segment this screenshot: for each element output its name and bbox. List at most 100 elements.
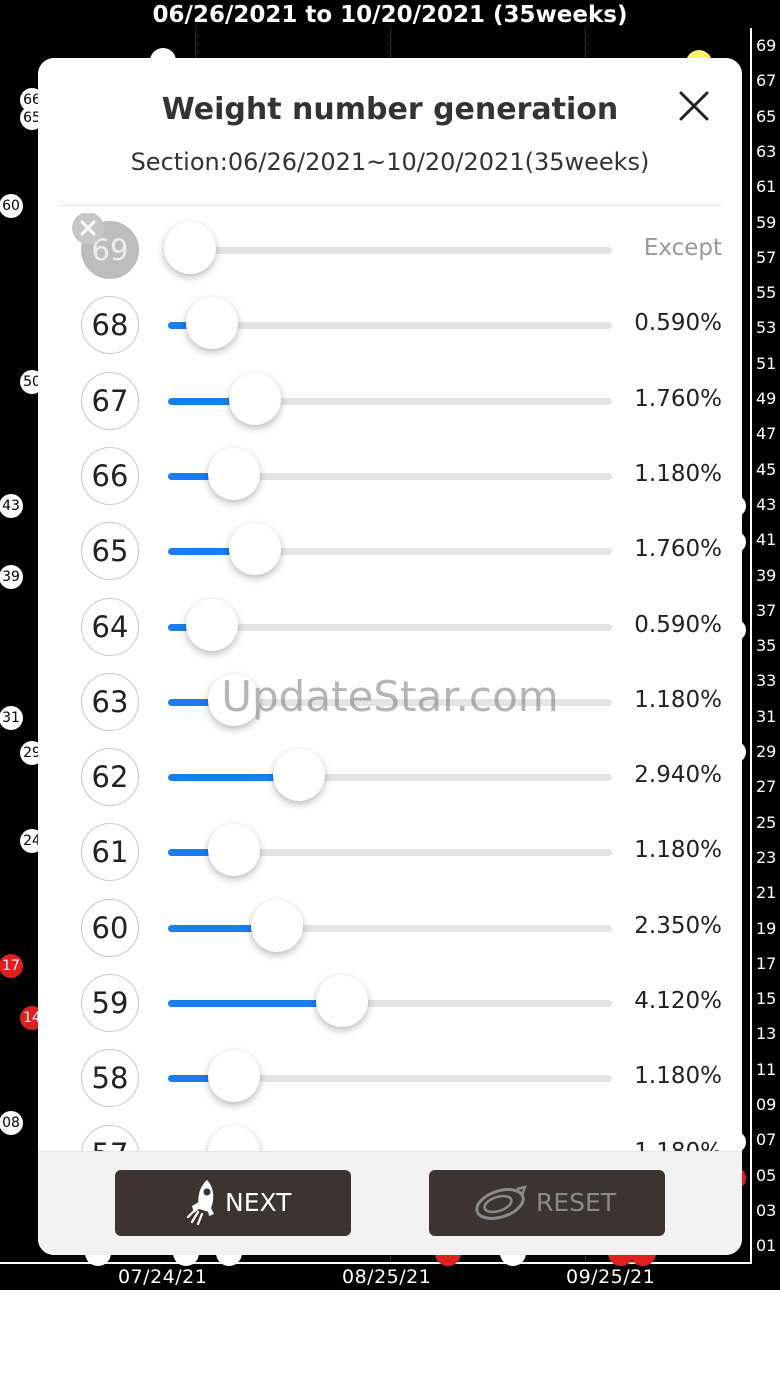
weight-slider-track[interactable] [168, 247, 612, 254]
next-button[interactable]: NEXT [115, 1170, 351, 1236]
y-axis-label: 09 [756, 1095, 777, 1114]
remove-exclusion-icon[interactable] [72, 213, 104, 244]
number-weight-row: 64 0.590% [38, 590, 742, 665]
weight-percent-label: 1.180% [572, 1139, 722, 1151]
weight-slider-thumb[interactable] [207, 1125, 260, 1151]
y-axis-label: 61 [756, 177, 777, 197]
number-ball[interactable]: 59 [81, 974, 139, 1032]
y-axis-label: 19 [756, 918, 777, 938]
y-axis-label: 11 [756, 1059, 777, 1079]
weight-generation-dialog: Weight number generation Section:06/26/2… [38, 58, 742, 1255]
weight-percent-label: 2.350% [634, 912, 722, 939]
x-axis-label: 07/24/21 [118, 1266, 208, 1288]
number-weight-row: 66 1.180% [38, 439, 742, 514]
chart-point: 17 [0, 954, 23, 978]
y-axis-label: 51 [756, 353, 777, 373]
y-axis-label: 53 [756, 318, 777, 338]
number-ball[interactable]: 62 [81, 748, 139, 807]
number-weight-row: 67 1.760% [38, 364, 742, 439]
weight-percent-label: 1.180% [634, 686, 722, 713]
number-ball[interactable]: 66 [81, 446, 139, 505]
weight-slider-thumb[interactable] [207, 1050, 260, 1103]
y-axis-label: 55 [756, 283, 777, 303]
y-axis-label: 49 [756, 389, 777, 408]
y-axis-label: 13 [756, 1024, 777, 1044]
weight-percent-label: 0.590% [634, 611, 722, 638]
number-weight-row: 62 2.940% [38, 740, 742, 815]
reset-swirl-icon [475, 1185, 528, 1220]
y-axis-label: 39 [756, 565, 777, 585]
number-weight-row: 61 1.180% [38, 815, 742, 890]
weight-slider-thumb[interactable] [185, 598, 238, 651]
weight-percent-label: 0.590% [634, 310, 722, 337]
number-weight-row: 69 Except [38, 213, 742, 288]
y-axis-label: 45 [756, 459, 777, 479]
weight-slider-thumb[interactable] [164, 222, 216, 274]
chart-period-title: 06/26/2021 to 10/20/2021 (35weeks) [152, 2, 628, 28]
y-axis-label: 67 [756, 71, 777, 91]
dialog-footer: NEXT RESET [38, 1151, 742, 1255]
weight-percent-label: 1.760% [634, 385, 722, 412]
weight-percent-label: 1.180% [634, 1063, 722, 1090]
weight-slider-thumb[interactable] [272, 749, 325, 802]
weight-percent-label: 1.760% [634, 536, 722, 563]
number-weight-row: 60 2.350% [38, 891, 742, 966]
y-axis-label: 41 [756, 530, 777, 550]
y-axis-label: 17 [756, 953, 777, 973]
chart-point: 43 [0, 494, 23, 518]
next-button-label: NEXT [225, 1188, 292, 1217]
weight-percent-label: 1.180% [634, 837, 722, 864]
chart-point: 31 [0, 706, 23, 730]
y-axis-label: 29 [756, 742, 777, 761]
y-axis-label: 69 [756, 36, 777, 55]
y-axis-label: 27 [756, 777, 777, 797]
divider [58, 205, 722, 206]
number-ball[interactable]: 60 [81, 898, 139, 957]
number-ball[interactable]: 67 [81, 371, 139, 430]
weight-slider-thumb[interactable] [316, 975, 369, 1027]
y-axis-label: 43 [756, 494, 777, 514]
y-axis-label: 21 [756, 883, 777, 903]
number-weight-row: 57 1.180% [38, 1117, 742, 1151]
rocket-icon [186, 1180, 214, 1226]
chart-point: 08 [0, 1111, 23, 1135]
number-ball[interactable]: 57 [81, 1124, 139, 1151]
chart-point: 39 [0, 565, 23, 589]
close-icon[interactable] [674, 86, 714, 126]
chart-point: 60 [0, 194, 23, 218]
weight-slider-thumb[interactable] [229, 372, 282, 425]
y-axis-label: 35 [756, 636, 777, 656]
weight-slider-thumb[interactable] [207, 447, 260, 500]
number-ball[interactable]: 64 [81, 597, 139, 656]
y-axis-label: 23 [756, 847, 777, 867]
dialog-section: Section:06/26/2021~10/20/2021(35weeks) [130, 148, 650, 176]
weight-slider-thumb[interactable] [207, 824, 260, 877]
y-axis-label: 05 [756, 1165, 777, 1185]
number-weight-row: 58 1.180% [38, 1041, 742, 1116]
dialog-title: Weight number generation [161, 92, 619, 127]
y-axis-label: 57 [756, 247, 777, 267]
number-ball[interactable]: 68 [81, 296, 139, 355]
weight-slider-thumb[interactable] [207, 673, 260, 726]
number-ball[interactable]: 65 [81, 522, 139, 581]
y-axis-label: 33 [756, 671, 777, 691]
y-axis-label: 15 [756, 989, 777, 1009]
weight-slider-list[interactable]: 69 Except 68 0.590% 67 1.760% 66 1.180% 65 1.760%… [38, 213, 742, 1151]
weight-percent-label: 2.940% [634, 762, 722, 789]
number-weight-row: 59 4.120% [38, 966, 742, 1041]
weight-slider-thumb[interactable] [229, 523, 282, 576]
weight-percent-label: 4.120% [634, 988, 722, 1014]
y-axis-label: 31 [756, 706, 777, 726]
number-ball[interactable]: 58 [81, 1049, 139, 1108]
weight-slider-thumb[interactable] [250, 899, 303, 952]
number-ball[interactable]: 63 [81, 672, 139, 731]
y-axis-label: 47 [756, 424, 777, 444]
reset-button[interactable]: RESET [429, 1170, 665, 1236]
weight-slider-thumb[interactable] [185, 297, 238, 350]
weight-percent-label: Except [643, 235, 722, 261]
number-weight-row: 65 1.760% [38, 514, 742, 589]
number-weight-row: 63 1.180% [38, 665, 742, 740]
reset-button-label: RESET [536, 1188, 617, 1217]
number-ball[interactable]: 61 [81, 823, 139, 882]
y-axis-label: 37 [756, 600, 777, 620]
